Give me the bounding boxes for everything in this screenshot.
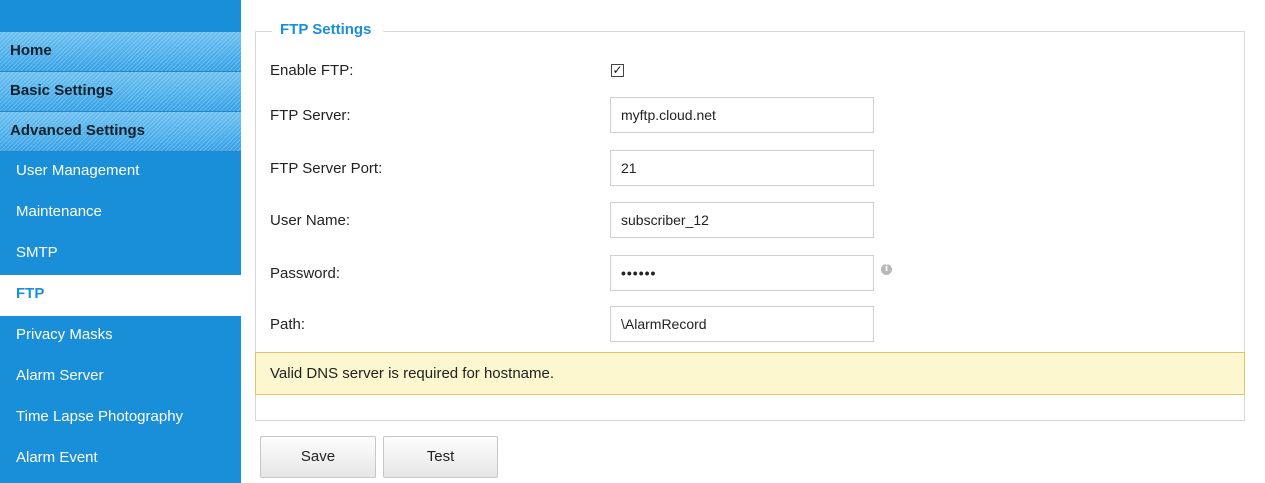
test-button[interactable]: Test <box>383 436 498 478</box>
sidebar-item-time-lapse-photography[interactable]: Time Lapse Photography <box>0 398 241 439</box>
save-button[interactable]: Save <box>260 436 376 478</box>
enable-ftp-label: Enable FTP: <box>270 62 354 79</box>
sidebar-section-home[interactable]: Home <box>0 32 241 72</box>
ftp-settings-legend: FTP Settings <box>272 20 384 40</box>
ftp-server-input[interactable]: myftp.cloud.net <box>610 97 874 133</box>
user-name-input[interactable]: subscriber_12 <box>610 202 874 238</box>
info-icon[interactable]: i <box>881 264 892 275</box>
sidebar-item-ftp[interactable]: FTP <box>0 275 241 316</box>
path-input[interactable]: \AlarmRecord <box>610 306 874 342</box>
sidebar-section-advanced-settings[interactable]: Advanced Settings <box>0 112 241 152</box>
path-label: Path: <box>270 316 306 333</box>
sidebar-section-basic-settings[interactable]: Basic Settings <box>0 72 241 112</box>
password-input[interactable]: •••••• <box>610 255 874 291</box>
sidebar-item-user-management[interactable]: User Management <box>0 152 241 193</box>
user-name-label: User Name: <box>270 212 351 229</box>
sidebar-item-privacy-masks[interactable]: Privacy Masks <box>0 316 241 357</box>
ftp-server-label: FTP Server: <box>270 107 351 124</box>
enable-ftp-checkbox[interactable]: ✓ <box>611 64 624 77</box>
sidebar-item-alarm-event[interactable]: Alarm Event <box>0 439 241 480</box>
sidebar-top-strip <box>0 0 241 32</box>
checkmark-icon: ✓ <box>612 63 623 77</box>
sidebar-item-maintenance[interactable]: Maintenance <box>0 193 241 234</box>
dns-notice: Valid DNS server is required for hostnam… <box>255 352 1245 395</box>
ftp-server-port-label: FTP Server Port: <box>270 160 383 177</box>
sidebar-item-smtp[interactable]: SMTP <box>0 234 241 275</box>
ftp-server-port-input[interactable]: 21 <box>610 150 874 186</box>
sidebar: Home Basic Settings Advanced Settings Us… <box>0 0 241 483</box>
password-label: Password: <box>270 265 341 282</box>
sidebar-item-alarm-server[interactable]: Alarm Server <box>0 357 241 398</box>
